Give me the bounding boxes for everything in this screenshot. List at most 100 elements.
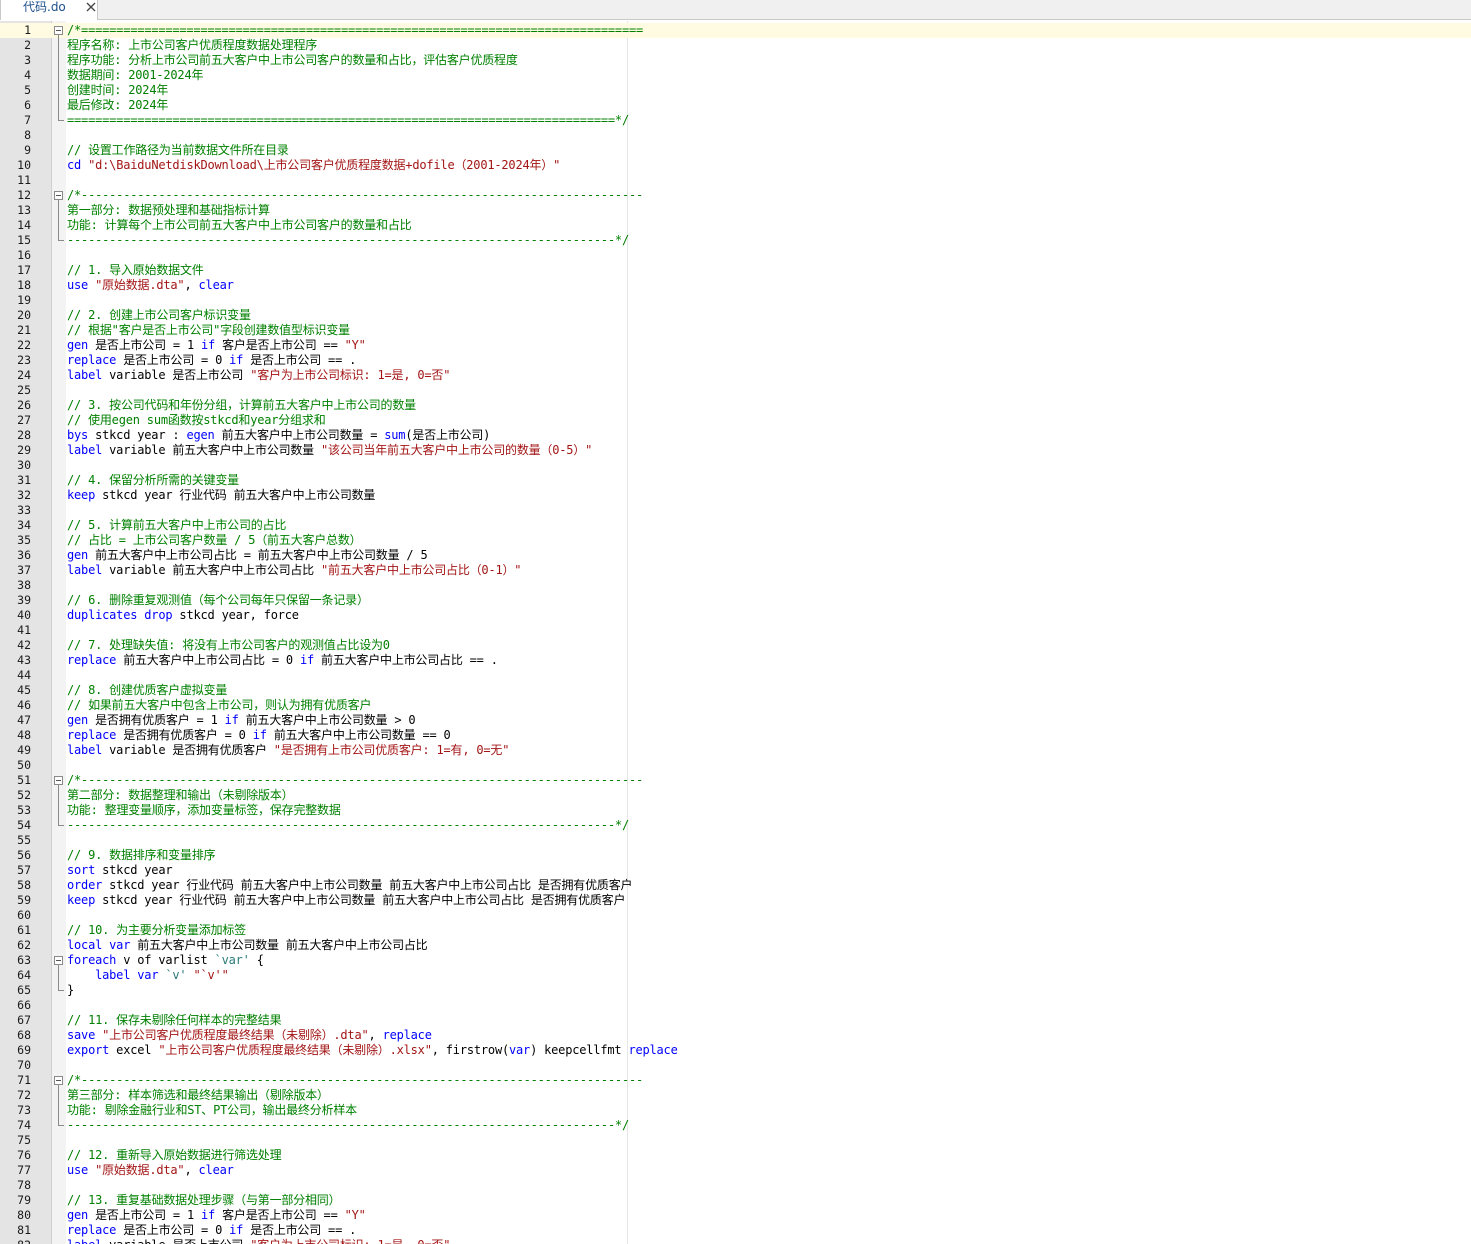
code-line[interactable]: 35 // 占比 = 上市公司客户数量 / 5（前五大客户总数） <box>0 533 1471 548</box>
code-line[interactable]: 8 <box>0 128 1471 143</box>
code-line[interactable]: 22 gen 是否上市公司 = 1 if 客户是否上市公司 == "Y" <box>0 338 1471 353</box>
code-text[interactable]: bys stkcd year : egen 前五大客户中上市公司数量 = sum… <box>67 428 490 443</box>
code-text[interactable]: cd "d:\BaiduNetdiskDownload\上市公司客户优质程度数据… <box>67 158 560 173</box>
code-text[interactable]: // 6. 删除重复观测值（每个公司每年只保留一条记录） <box>67 593 369 608</box>
code-line[interactable]: 69 export excel "上市公司客户优质程度最终结果（未剔除）.xlsx… <box>0 1043 1471 1058</box>
code-line[interactable]: 44 <box>0 668 1471 683</box>
code-line[interactable]: 64 label var `v' "`v'" <box>0 968 1471 983</box>
code-line[interactable]: 37 label variable 前五大客户中上市公司占比 "前五大客户中上市公… <box>0 563 1471 578</box>
code-text[interactable]: // 9. 数据排序和变量排序 <box>67 848 216 863</box>
code-line[interactable]: 5 创建时间: 2024年 <box>0 83 1471 98</box>
code-line[interactable]: 61 // 10. 为主要分析变量添加标签 <box>0 923 1471 938</box>
code-text[interactable]: // 5. 计算前五大客户中上市公司的占比 <box>67 518 286 533</box>
code-line[interactable]: 75 <box>0 1133 1471 1148</box>
file-tab-label[interactable]: 代码.do <box>23 0 66 14</box>
code-line[interactable]: 42 // 7. 处理缺失值: 将没有上市公司客户的观测值占比设为0 <box>0 638 1471 653</box>
code-line[interactable]: 73 功能: 剔除金融行业和ST、PT公司，输出最终分析样本 <box>0 1103 1471 1118</box>
code-text[interactable]: export excel "上市公司客户优质程度最终结果（未剔除）.xlsx",… <box>67 1043 678 1058</box>
code-line[interactable]: 71 /*------------------------------------… <box>0 1073 1471 1118</box>
code-text[interactable]: keep stkcd year 行业代码 前五大客户中上市公司数量 <box>67 488 375 503</box>
code-line[interactable]: 70 <box>0 1058 1471 1073</box>
code-line[interactable]: 15 --------------------------------------… <box>0 233 1471 248</box>
code-line[interactable]: 66 <box>0 998 1471 1013</box>
code-text[interactable]: replace 前五大客户中上市公司占比 = 0 if 前五大客户中上市公司占比… <box>67 653 498 668</box>
code-line[interactable]: 29 label variable 前五大客户中上市公司数量 "该公司当年前五大客… <box>0 443 1471 458</box>
code-line[interactable]: 77 use "原始数据.dta", clear <box>0 1163 1471 1178</box>
code-line[interactable]: 50 <box>0 758 1471 773</box>
code-line[interactable]: 6 最后修改: 2024年 <box>0 98 1471 113</box>
code-text[interactable]: } <box>67 983 74 998</box>
code-text[interactable]: use "原始数据.dta", clear <box>67 278 234 293</box>
code-line[interactable]: 59 keep stkcd year 行业代码 前五大客户中上市公司数量 前五大客… <box>0 893 1471 908</box>
code-line[interactable]: 43 replace 前五大客户中上市公司占比 = 0 if 前五大客户中上市公司… <box>0 653 1471 668</box>
code-line[interactable]: 80 gen 是否上市公司 = 1 if 客户是否上市公司 == "Y" <box>0 1208 1471 1223</box>
code-text[interactable]: 功能: 剔除金融行业和ST、PT公司，输出最终分析样本 <box>67 1103 357 1118</box>
code-line[interactable]: 49 label variable 是否拥有优质客户 "是否拥有上市公司优质客户:… <box>0 743 1471 758</box>
code-line[interactable]: 10 cd "d:\BaiduNetdiskDownload\上市公司客户优质程度… <box>0 158 1471 173</box>
code-line[interactable]: 56 // 9. 数据排序和变量排序 <box>0 848 1471 863</box>
code-line[interactable]: 38 <box>0 578 1471 593</box>
code-text[interactable]: // 使用egen sum函数按stkcd和year分组求和 <box>67 413 326 428</box>
code-line[interactable]: 23 replace 是否上市公司 = 0 if 是否上市公司 == . <box>0 353 1471 368</box>
code-text[interactable]: label variable 是否上市公司 "客户为上市公司标识: 1=是, 0… <box>67 1238 450 1244</box>
code-line[interactable]: 21 // 根据"客户是否上市公司"字段创建数值型标识变量 <box>0 323 1471 338</box>
code-line[interactable]: 54 --------------------------------------… <box>0 818 1471 833</box>
code-line[interactable]: 48 replace 是否拥有优质客户 = 0 if 前五大客户中上市公司数量 =… <box>0 728 1471 743</box>
code-line[interactable]: 51 /*------------------------------------… <box>0 773 1471 818</box>
code-text[interactable]: 第一部分: 数据预处理和基础指标计算 <box>67 203 270 218</box>
code-line[interactable]: 20 // 2. 创建上市公司客户标识变量 <box>0 308 1471 323</box>
code-text[interactable]: gen 是否拥有优质客户 = 1 if 前五大客户中上市公司数量 > 0 <box>67 713 416 728</box>
code-text[interactable]: // 设置工作路径为当前数据文件所在目录 <box>67 143 289 158</box>
code-line[interactable]: 46 // 如果前五大客户中包含上市公司，则认为拥有优质客户 <box>0 698 1471 713</box>
code-text[interactable]: label variable 是否拥有优质客户 "是否拥有上市公司优质客户: 1… <box>67 743 509 758</box>
file-tab[interactable]: 代码.do <box>0 0 98 20</box>
code-line[interactable]: 7 =======================================… <box>0 113 1471 128</box>
code-line[interactable]: 14 功能: 计算每个上市公司前五大客户中上市公司客户的数量和占比 <box>0 218 1471 233</box>
code-line[interactable]: 30 <box>0 458 1471 473</box>
code-text[interactable]: local var 前五大客户中上市公司数量 前五大客户中上市公司占比 <box>67 938 428 953</box>
code-line[interactable]: 25 <box>0 383 1471 398</box>
code-text[interactable]: // 3. 按公司代码和年份分组，计算前五大客户中上市公司的数量 <box>67 398 416 413</box>
code-text[interactable]: 功能: 计算每个上市公司前五大客户中上市公司客户的数量和占比 <box>67 218 412 233</box>
code-line[interactable]: 4 数据期间: 2001-2024年 <box>0 68 1471 83</box>
code-line[interactable]: 82 label variable 是否上市公司 "客户为上市公司标识: 1=是,… <box>0 1238 1471 1244</box>
code-line[interactable]: 40 duplicates drop stkcd year, force <box>0 608 1471 623</box>
code-editor[interactable]: 1 /*=====================================… <box>0 21 1471 1244</box>
code-line[interactable]: 19 <box>0 293 1471 308</box>
code-text[interactable]: 程序名称: 上市公司客户优质程度数据处理程序 <box>67 38 317 53</box>
code-line[interactable]: 36 gen 前五大客户中上市公司占比 = 前五大客户中上市公司数量 / 5 <box>0 548 1471 563</box>
code-text[interactable]: gen 是否上市公司 = 1 if 客户是否上市公司 == "Y" <box>67 338 366 353</box>
code-line[interactable]: 12 /*------------------------------------… <box>0 188 1471 233</box>
code-line[interactable]: 27 // 使用egen sum函数按stkcd和year分组求和 <box>0 413 1471 428</box>
code-text[interactable]: foreach v of varlist `var' { <box>67 953 264 968</box>
code-text[interactable]: // 占比 = 上市公司客户数量 / 5（前五大客户总数） <box>67 533 362 548</box>
code-text[interactable]: // 12. 重新导入原始数据进行筛选处理 <box>67 1148 282 1163</box>
code-text[interactable]: keep stkcd year 行业代码 前五大客户中上市公司数量 前五大客户中… <box>67 893 625 908</box>
code-line[interactable]: 18 use "原始数据.dta", clear <box>0 278 1471 293</box>
code-text[interactable]: replace 是否上市公司 = 0 if 是否上市公司 == . <box>67 1223 356 1238</box>
code-line[interactable]: 26 // 3. 按公司代码和年份分组，计算前五大客户中上市公司的数量 <box>0 398 1471 413</box>
fold-toggle-icon[interactable] <box>54 26 63 35</box>
code-text[interactable]: 数据期间: 2001-2024年 <box>67 68 203 83</box>
code-line[interactable]: 55 <box>0 833 1471 848</box>
code-line[interactable]: 17 // 1. 导入原始数据文件 <box>0 263 1471 278</box>
code-text[interactable]: 第二部分: 数据整理和输出（未剔除版本） <box>67 788 294 803</box>
code-line[interactable]: 45 // 8. 创建优质客户虚拟变量 <box>0 683 1471 698</box>
code-text[interactable]: label variable 前五大客户中上市公司占比 "前五大客户中上市公司占… <box>67 563 522 578</box>
code-text[interactable]: /*======================================… <box>67 23 643 38</box>
code-text[interactable]: // 11. 保存未剔除任何样本的完整结果 <box>67 1013 282 1028</box>
code-text[interactable]: 功能: 整理变量顺序，添加变量标签，保存完整数据 <box>67 803 341 818</box>
code-line[interactable]: 41 <box>0 623 1471 638</box>
code-line[interactable]: 60 <box>0 908 1471 923</box>
code-line[interactable]: 3 程序功能: 分析上市公司前五大客户中上市公司客户的数量和占比，评估客户优质程度 <box>0 53 1471 68</box>
code-text[interactable]: // 8. 创建优质客户虚拟变量 <box>67 683 227 698</box>
code-line[interactable]: 52 第二部分: 数据整理和输出（未剔除版本） <box>0 788 1471 803</box>
code-text[interactable]: 程序功能: 分析上市公司前五大客户中上市公司客户的数量和占比，评估客户优质程度 <box>67 53 518 68</box>
code-line[interactable]: 76 // 12. 重新导入原始数据进行筛选处理 <box>0 1148 1471 1163</box>
code-text[interactable]: save "上市公司客户优质程度最终结果（未剔除）.dta", replace <box>67 1028 432 1043</box>
code-text[interactable]: use "原始数据.dta", clear <box>67 1163 234 1178</box>
code-line[interactable]: 63 foreach v of varlist `var' { <box>0 953 1471 983</box>
code-text[interactable]: /*--------------------------------------… <box>67 1073 643 1088</box>
code-text[interactable]: // 2. 创建上市公司客户标识变量 <box>67 308 251 323</box>
code-line[interactable]: 16 <box>0 248 1471 263</box>
